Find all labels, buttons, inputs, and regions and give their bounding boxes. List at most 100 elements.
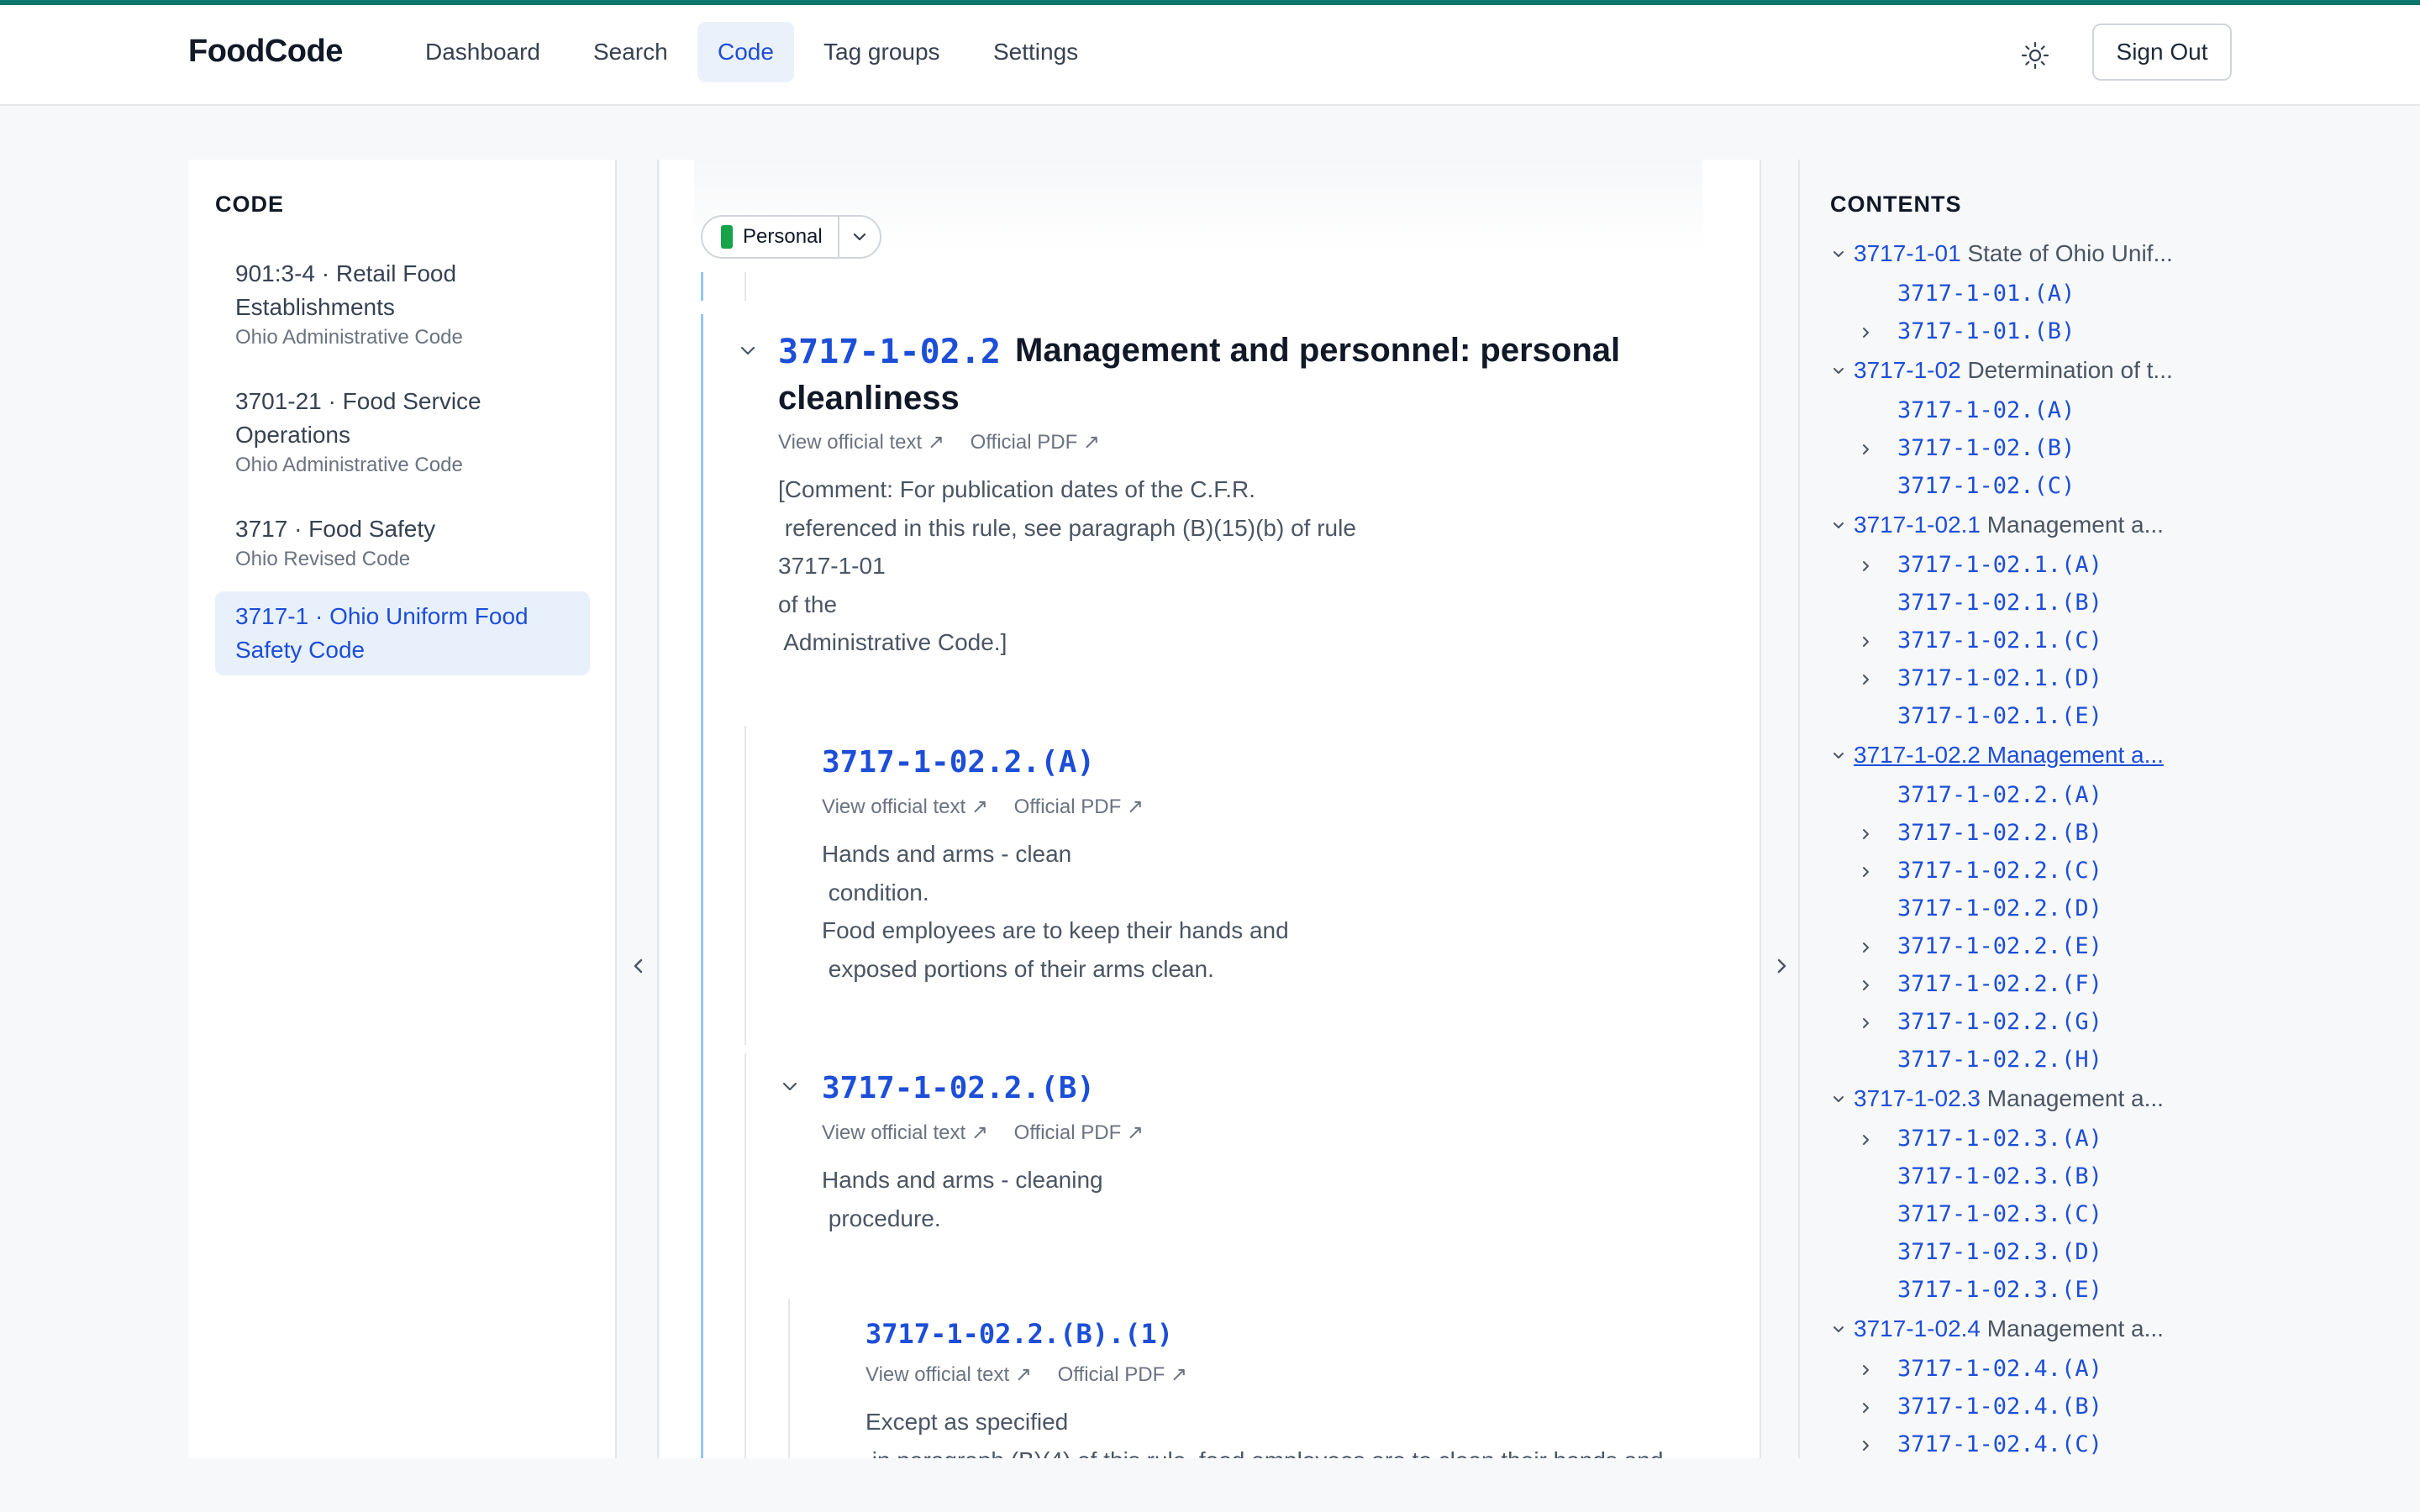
toc-item-link[interactable]: 3717-1-02.1.(D): [1897, 665, 2102, 691]
toc-expand-button[interactable]: [1855, 323, 1876, 343]
toc-expand-button[interactable]: [1855, 1398, 1876, 1418]
toc-item-link[interactable]: 3717-1-02.4.(B): [1897, 1394, 2102, 1420]
toc-expand-button[interactable]: [1855, 937, 1876, 958]
toc-item-link[interactable]: 3717-1-02.1.(C): [1897, 627, 2102, 654]
toc-item-link[interactable]: 3717-1-02.3.(A): [1897, 1126, 2102, 1152]
toc-expand-button[interactable]: [1855, 824, 1876, 844]
toc-group-link[interactable]: 3717-1-01 State of Ohio Unif...: [1854, 240, 2173, 267]
toc-item-link[interactable]: 3717-1-02.1.(A): [1897, 552, 2102, 578]
code-item-901-3-4[interactable]: 901:3-4 · Retail Food Establishments Ohi…: [215, 249, 590, 360]
toc-expand-button[interactable]: [1855, 439, 1876, 459]
section-code[interactable]: 3717-1-02.2: [778, 329, 1001, 375]
toc-expand-button[interactable]: [1855, 1360, 1876, 1380]
subsection-body: Hands and arms - clean condition. Food e…: [822, 841, 1289, 982]
toc-expand-button[interactable]: [1855, 1130, 1876, 1150]
toc-collapse-button[interactable]: [1828, 360, 1849, 381]
code-item-3701-21[interactable]: 3701-21 · Food Service Operations Ohio A…: [215, 376, 590, 487]
nav-settings[interactable]: Settings: [973, 22, 1098, 82]
toc-expand-button[interactable]: [1855, 632, 1876, 652]
toc-collapse-button[interactable]: [1828, 1089, 1849, 1109]
contents-panel: CONTENTS 3717-1-01 State of Ohio Unif...…: [1802, 160, 2232, 1458]
official-pdf-link[interactable]: Official PDF ↗: [1058, 1363, 1187, 1386]
collapse-left-button[interactable]: [622, 949, 655, 983]
toc-collapse-button[interactable]: [1828, 1319, 1849, 1339]
view-official-text-link[interactable]: View official text ↗: [865, 1363, 1032, 1386]
collapse-subsection-button[interactable]: [776, 1074, 803, 1100]
toc-item-link[interactable]: 3717-1-02.(B): [1897, 435, 2075, 461]
toc-expand-button[interactable]: [1855, 669, 1876, 690]
section-links: View official text ↗ Official PDF ↗: [778, 430, 1120, 454]
toc-expand-button[interactable]: [1855, 556, 1876, 576]
nav-dashboard[interactable]: Dashboard: [405, 22, 560, 82]
toc-collapse-button[interactable]: [1828, 745, 1849, 765]
toc-item-link[interactable]: 3717-1-02.4.(A): [1897, 1356, 2102, 1382]
chevron-down-icon: [1833, 753, 1844, 759]
subsection-code[interactable]: 3717-1-02.2.(B).(1): [865, 1315, 1173, 1352]
tag-group-selector[interactable]: Personal: [701, 215, 881, 259]
nav-search[interactable]: Search: [573, 22, 688, 82]
collapse-right-button[interactable]: [1765, 949, 1798, 983]
toc-item-link[interactable]: 3717-1-02.(C): [1897, 473, 2075, 499]
theme-toggle-button[interactable]: [2017, 37, 2054, 74]
chevron-right-icon: [1863, 942, 1869, 953]
toc-item-link[interactable]: 3717-1-01.(B): [1897, 318, 2075, 344]
tag-group-dropdown-button[interactable]: [839, 217, 880, 257]
toc-item-link[interactable]: 3717-1-01.(A): [1897, 281, 2075, 307]
toc-item-link[interactable]: 3717-1-02.2.(H): [1897, 1047, 2102, 1073]
chevron-right-icon: [1863, 1135, 1869, 1145]
brand-logo[interactable]: FoodCode: [188, 34, 343, 70]
view-official-text-link[interactable]: View official text ↗: [822, 1121, 988, 1144]
view-official-text-link[interactable]: View official text ↗: [778, 431, 944, 454]
toc-item-link[interactable]: 3717-1-02.2.(E): [1897, 933, 2102, 959]
tag-color-swatch: [721, 225, 733, 249]
toc-group-link[interactable]: 3717-1-02.4 Management a...: [1854, 1315, 2164, 1342]
toc-item-link[interactable]: 3717-1-02.4.(C): [1897, 1431, 2102, 1457]
code-item-3717-1[interactable]: 3717-1 · Ohio Uniform Food Safety Code: [215, 591, 590, 675]
chevron-right-icon: [1777, 958, 1786, 974]
toc-item: 3717-1-02.(A): [1802, 393, 2232, 431]
toc-item-link[interactable]: 3717-1-02.3.(C): [1897, 1201, 2102, 1227]
toc-collapse-button[interactable]: [1828, 515, 1849, 535]
toc-expand-button[interactable]: [1855, 975, 1876, 995]
toc-item-link[interactable]: 3717-1-02.2.(A): [1897, 782, 2102, 808]
toc-group-link[interactable]: 3717-1-02.1 Management a...: [1854, 512, 2164, 538]
toc-item: 3717-1-02.(C): [1802, 469, 2232, 507]
toc-item: 3717-1-02.3.(E): [1802, 1273, 2232, 1310]
official-pdf-link[interactable]: Official PDF ↗: [971, 431, 1100, 454]
toc-group-title: Determination of t...: [1967, 357, 2173, 383]
toc-item-link[interactable]: 3717-1-02.3.(E): [1897, 1277, 2102, 1303]
official-pdf-link[interactable]: Official PDF ↗: [1014, 1121, 1144, 1144]
toc-item-link[interactable]: 3717-1-02.1.(E): [1897, 703, 2102, 729]
subsection-code[interactable]: 3717-1-02.2.(A): [822, 743, 1095, 783]
chevron-right-icon: [1863, 328, 1869, 338]
toc-group-link[interactable]: 3717-1-02.2 Management a...: [1854, 742, 2164, 769]
nav-code[interactable]: Code: [697, 22, 794, 82]
code-item-3717[interactable]: 3717 · Food Safety Ohio Revised Code: [215, 504, 590, 581]
collapse-section-button[interactable]: [734, 338, 761, 365]
view-official-text-link[interactable]: View official text ↗: [822, 795, 988, 818]
toc-collapse-button[interactable]: [1828, 244, 1849, 264]
nav-tag-groups[interactable]: Tag groups: [803, 22, 960, 82]
subsection-links: View official text ↗ Official PDF ↗: [822, 1121, 1164, 1145]
toc-group-link[interactable]: 3717-1-02.3 Management a...: [1854, 1085, 2164, 1112]
toc-expand-button[interactable]: [1855, 1013, 1876, 1033]
code-item-title: 3701-21 · Food Service Operations: [235, 388, 481, 448]
toc-item: 3717-1-02.3.(D): [1802, 1235, 2232, 1273]
toc-item-link[interactable]: 3717-1-02.3.(D): [1897, 1239, 2102, 1265]
toc-item-link[interactable]: 3717-1-02.2.(F): [1897, 971, 2102, 997]
toc-expand-button[interactable]: [1855, 862, 1876, 882]
toc-expand-button[interactable]: [1855, 1436, 1876, 1456]
toc-item-link[interactable]: 3717-1-02.2.(G): [1897, 1009, 2102, 1035]
sign-out-button[interactable]: Sign Out: [2092, 24, 2232, 81]
toc-item-link[interactable]: 3717-1-02.1.(B): [1897, 590, 2102, 616]
toc-item-link[interactable]: 3717-1-02.2.(B): [1897, 820, 2102, 846]
toc-item-link[interactable]: 3717-1-02.(A): [1897, 397, 2075, 423]
toc-group-link[interactable]: 3717-1-02 Determination of t...: [1854, 357, 2173, 384]
subsection-code[interactable]: 3717-1-02.2.(B): [822, 1068, 1095, 1109]
code-item-subtitle: Ohio Revised Code: [235, 548, 411, 570]
toc-item-link[interactable]: 3717-1-02.3.(B): [1897, 1163, 2102, 1189]
toc-item-link[interactable]: 3717-1-02.2.(D): [1897, 895, 2102, 921]
toc-item: 3717-1-02.2.(F): [1802, 967, 2232, 1005]
toc-item-link[interactable]: 3717-1-02.2.(C): [1897, 858, 2102, 884]
official-pdf-link[interactable]: Official PDF ↗: [1014, 795, 1144, 818]
